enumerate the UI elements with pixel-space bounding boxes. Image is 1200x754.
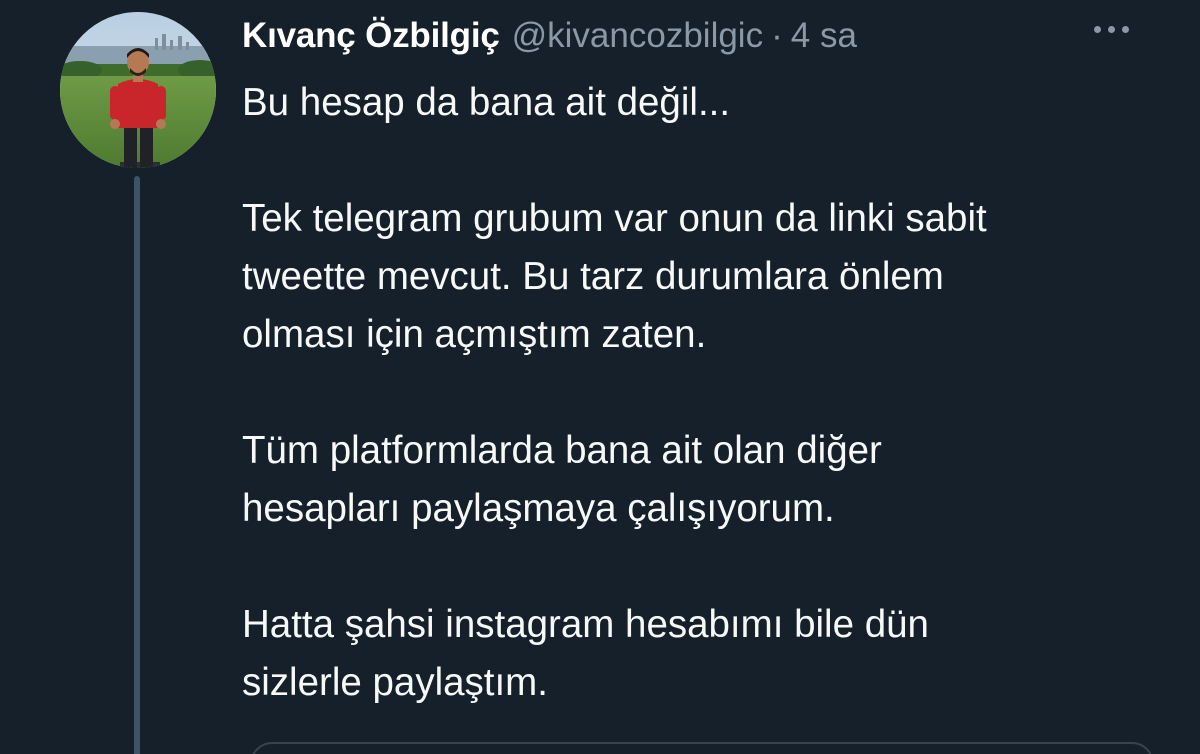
- avatar-photo: [60, 12, 216, 168]
- tweet[interactable]: Kıvanç Özbilgiç @kivancozbilgic · 4 sa B…: [0, 0, 1200, 754]
- author-handle[interactable]: @kivancozbilgic: [512, 16, 763, 56]
- tweet-line: olması için açmıştım zaten.: [242, 313, 707, 356]
- tweet-paragraph: Hatta şahsi instagram hesabımı bile dün …: [242, 596, 1182, 712]
- tweet-paragraph: Tüm platformlarda bana ait olan diğer he…: [242, 422, 1182, 538]
- tweet-paragraph: Tek telegram grubum var onun da linki sa…: [242, 190, 1182, 364]
- tweet-line: hesapları paylaşmaya çalışıyorum.: [242, 487, 835, 530]
- tweet-line: Tüm platformlarda bana ait olan diğer: [242, 429, 882, 472]
- tweet-header: Kıvanç Özbilgiç @kivancozbilgic · 4 sa: [242, 14, 857, 58]
- tweet-line: Hatta şahsi instagram hesabımı bile dün: [242, 603, 929, 646]
- tweet-line: Bu hesap da bana ait değil...: [242, 81, 731, 124]
- more-horizontal-icon[interactable]: [1094, 26, 1129, 33]
- author-display-name[interactable]: Kıvanç Özbilgiç: [242, 16, 500, 56]
- thread-connector-line: [134, 176, 140, 754]
- tweet-paragraph: Bu hesap da bana ait değil...: [242, 74, 1182, 132]
- more-dot: [1094, 26, 1101, 33]
- more-dot: [1108, 26, 1115, 33]
- tweet-timestamp[interactable]: 4 sa: [791, 16, 857, 56]
- tweet-line: sizlerle paylaştım.: [242, 661, 548, 704]
- avatar[interactable]: [60, 12, 216, 168]
- header-separator: ·: [771, 16, 783, 55]
- tweet-line: Tek telegram grubum var onun da linki sa…: [242, 197, 987, 240]
- tweet-line: tweette mevcut. Bu tarz durumlara önlem: [242, 255, 944, 298]
- tweet-text: Bu hesap da bana ait değil... Tek telegr…: [242, 74, 1182, 712]
- quoted-tweet-card[interactable]: [250, 742, 1154, 754]
- more-dot: [1122, 26, 1129, 33]
